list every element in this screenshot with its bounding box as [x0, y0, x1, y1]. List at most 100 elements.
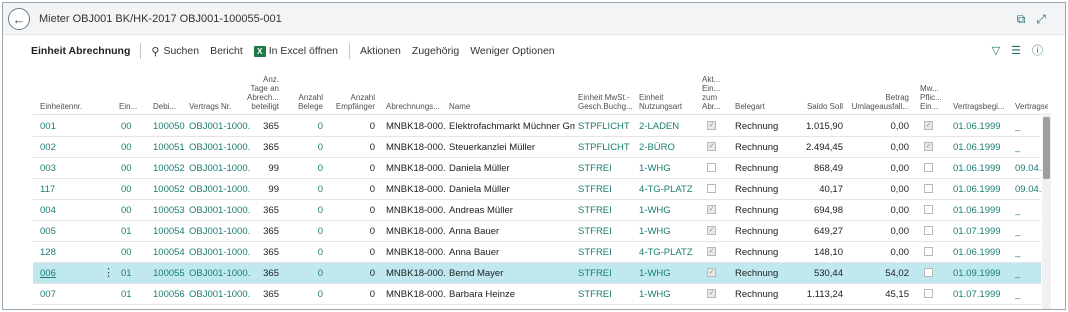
filter-icon[interactable]: ▽: [992, 45, 1000, 57]
col-header-betrag[interactable]: Betrag Umlageausfall...: [851, 93, 909, 111]
cell-nutzungsart[interactable]: 4-TG-PLATZ: [639, 179, 699, 200]
col-header-ein[interactable]: Ein...: [119, 102, 139, 111]
cell-debitor[interactable]: 100052: [153, 179, 187, 200]
cell-mwst[interactable]: STFREI: [578, 158, 636, 179]
back-button[interactable]: ←: [8, 8, 30, 30]
col-header-vertrags-nr[interactable]: Vertrags Nr.: [189, 102, 231, 111]
cell-anzahl-belege[interactable]: 0: [291, 116, 323, 137]
cell-debitor[interactable]: 100054: [153, 221, 187, 242]
cell-mwst[interactable]: STFREI: [578, 284, 636, 305]
col-header-anz-tage[interactable]: Anz. Tage an Abrech... beteiligt: [241, 75, 279, 111]
cell-nutzungsart[interactable]: 1-WHG: [639, 284, 699, 305]
cell-einheitennr[interactable]: 003: [40, 158, 100, 179]
collapse-icon[interactable]: ⤢: [1034, 12, 1048, 26]
cell-ein[interactable]: 01: [121, 221, 139, 242]
cell-ein[interactable]: 00: [121, 116, 139, 137]
cell-nutzungsart[interactable]: 1-WHG: [639, 263, 699, 284]
cell-vertragsbeginn[interactable]: 01.06.1999: [953, 242, 1011, 263]
cell-mwst[interactable]: STFREI: [578, 263, 636, 284]
cell-debitor[interactable]: 100051: [153, 137, 187, 158]
cell-mwst[interactable]: STFREI: [578, 221, 636, 242]
col-header-debi[interactable]: Debi...: [153, 102, 179, 111]
cell-anzahl-belege[interactable]: 0: [291, 179, 323, 200]
table-row[interactable]: 001 00 100050 OBJ001-1000... 365 0 0 MNBK18-000…: [33, 116, 1041, 137]
open-new-window-icon[interactable]: ⧉: [1014, 12, 1028, 26]
cell-vertragsbeginn[interactable]: 01.06.1999: [953, 137, 1011, 158]
cell-ein[interactable]: 01: [121, 263, 139, 284]
cell-nutzungsart[interactable]: 1-WHG: [639, 200, 699, 221]
col-header-anzahl-empfaenger[interactable]: Anzahl Empfänger: [333, 93, 375, 111]
col-header-aktiv[interactable]: Akt... Ein... zum Abr...: [702, 75, 726, 111]
col-header-vertragsbeginn[interactable]: Vertragsbegi...: [953, 102, 1011, 111]
table-row[interactable]: 005 01 100054 OBJ001-1000... 365 0 0 MNBK18-000…: [33, 221, 1041, 242]
cell-einheitennr[interactable]: 001: [40, 116, 100, 137]
search-button[interactable]: ⚲ Suchen: [151, 45, 199, 58]
cell-anzahl-belege[interactable]: 0: [291, 284, 323, 305]
cell-mwst[interactable]: STFREI: [578, 200, 636, 221]
cell-vertragsbeginn[interactable]: 01.06.1999: [953, 116, 1011, 137]
cell-debitor[interactable]: 100052: [153, 158, 187, 179]
scrollbar-thumb[interactable]: [1043, 117, 1050, 179]
table-row[interactable]: 117 00 100052 OBJ001-1000... 99 0 0 MNBK18-000.…: [33, 179, 1047, 200]
cell-einheitennr[interactable]: 004: [40, 200, 100, 221]
col-header-saldo-soll[interactable]: Saldo Soll: [793, 102, 843, 111]
col-header-belegart[interactable]: Belegart: [735, 102, 765, 111]
cell-ein[interactable]: 00: [121, 179, 139, 200]
col-header-vertragsende[interactable]: Vertragsend...: [1015, 102, 1048, 111]
cell-ein[interactable]: 01: [121, 284, 139, 305]
table-row[interactable]: 003 00 100052 OBJ001-1000... 99 0 0 MNBK18-000.…: [33, 158, 1047, 179]
cell-mwst[interactable]: STFREI: [578, 242, 636, 263]
fewer-options-button[interactable]: Weniger Optionen: [470, 45, 554, 57]
related-menu[interactable]: Zugehörig: [412, 45, 459, 57]
cell-mwst[interactable]: STPFLICHT: [578, 137, 636, 158]
cell-einheitennr[interactable]: 117: [40, 179, 100, 200]
cell-einheitennr[interactable]: 128: [40, 242, 100, 263]
cell-anzahl-belege[interactable]: 0: [291, 200, 323, 221]
col-header-mw-pflicht[interactable]: Mw... Pflic... Ein...: [920, 84, 942, 111]
open-in-excel-button[interactable]: X In Excel öffnen: [253, 45, 338, 57]
cell-ein[interactable]: 00: [121, 137, 139, 158]
cell-ein[interactable]: 00: [121, 158, 139, 179]
cell-einheitennr[interactable]: 007: [40, 284, 100, 305]
cell-debitor[interactable]: 100054: [153, 242, 187, 263]
cell-nutzungsart[interactable]: 1-WHG: [639, 221, 699, 242]
table-row[interactable]: 007 01 100056 OBJ001-1000... 365 0 0 MNBK18-000…: [33, 284, 1041, 305]
cell-debitor[interactable]: 100053: [153, 200, 187, 221]
cell-nutzungsart[interactable]: 4-TG-PLATZ: [639, 242, 699, 263]
cell-debitor[interactable]: 100050: [153, 116, 187, 137]
cell-einheitennr[interactable]: 005: [40, 221, 100, 242]
cell-vertragsbeginn[interactable]: 01.09.1999: [953, 263, 1011, 284]
cell-nutzungsart[interactable]: 1-WHG: [639, 158, 699, 179]
cell-ein[interactable]: 00: [121, 200, 139, 221]
cell-anzahl-belege[interactable]: 0: [291, 263, 323, 284]
col-header-anzahl-belege[interactable]: Anzahl Belege: [291, 93, 323, 111]
cell-einheitennr[interactable]: 006: [40, 263, 100, 284]
cell-anzahl-belege[interactable]: 0: [291, 137, 323, 158]
table-row[interactable]: 128 00 100054 OBJ001-1000... 365 0 0 MNBK18-000…: [33, 242, 1041, 263]
cell-einheitennr[interactable]: 002: [40, 137, 100, 158]
cell-nutzungsart[interactable]: 2-BÜRO: [639, 137, 699, 158]
table-row[interactable]: 004 00 100053 OBJ001-1000... 365 0 0 MNBK18-000…: [33, 200, 1041, 221]
list-view-icon[interactable]: ☰: [1011, 45, 1021, 57]
cell-debitor[interactable]: 100055: [153, 263, 187, 284]
col-header-abrechnungs[interactable]: Abrechnungs...: [386, 102, 446, 111]
table-row[interactable]: 006 01 100055 OBJ001-1000... 365 0 0 MNBK18-000…: [33, 263, 1041, 284]
col-header-nutzungsart[interactable]: Einheit Nutzungsart: [639, 93, 695, 111]
actions-menu[interactable]: Aktionen: [360, 45, 401, 57]
cell-vertragsbeginn[interactable]: 01.06.1999: [953, 179, 1011, 200]
cell-anzahl-belege[interactable]: 0: [291, 158, 323, 179]
col-header-mwst[interactable]: Einheit MwSt.- Gesch.Buchg...: [578, 93, 638, 111]
cell-mwst[interactable]: STFREI: [578, 179, 636, 200]
cell-vertragsbeginn[interactable]: 01.06.1999: [953, 158, 1011, 179]
cell-mwst[interactable]: STPFLICHT: [578, 116, 636, 137]
cell-vertragsbeginn[interactable]: 01.06.1999: [953, 200, 1011, 221]
cell-vertragsbeginn[interactable]: 01.07.1999: [953, 284, 1011, 305]
info-icon[interactable]: ⓘ: [1032, 45, 1043, 57]
cell-anzahl-belege[interactable]: 0: [291, 242, 323, 263]
row-actions-menu-icon[interactable]: ⋮: [103, 263, 114, 284]
cell-ein[interactable]: 00: [121, 242, 139, 263]
cell-nutzungsart[interactable]: 2-LADEN: [639, 116, 699, 137]
report-button[interactable]: Bericht: [210, 45, 243, 57]
cell-anzahl-belege[interactable]: 0: [291, 221, 323, 242]
cell-vertragsbeginn[interactable]: 01.07.1999: [953, 221, 1011, 242]
